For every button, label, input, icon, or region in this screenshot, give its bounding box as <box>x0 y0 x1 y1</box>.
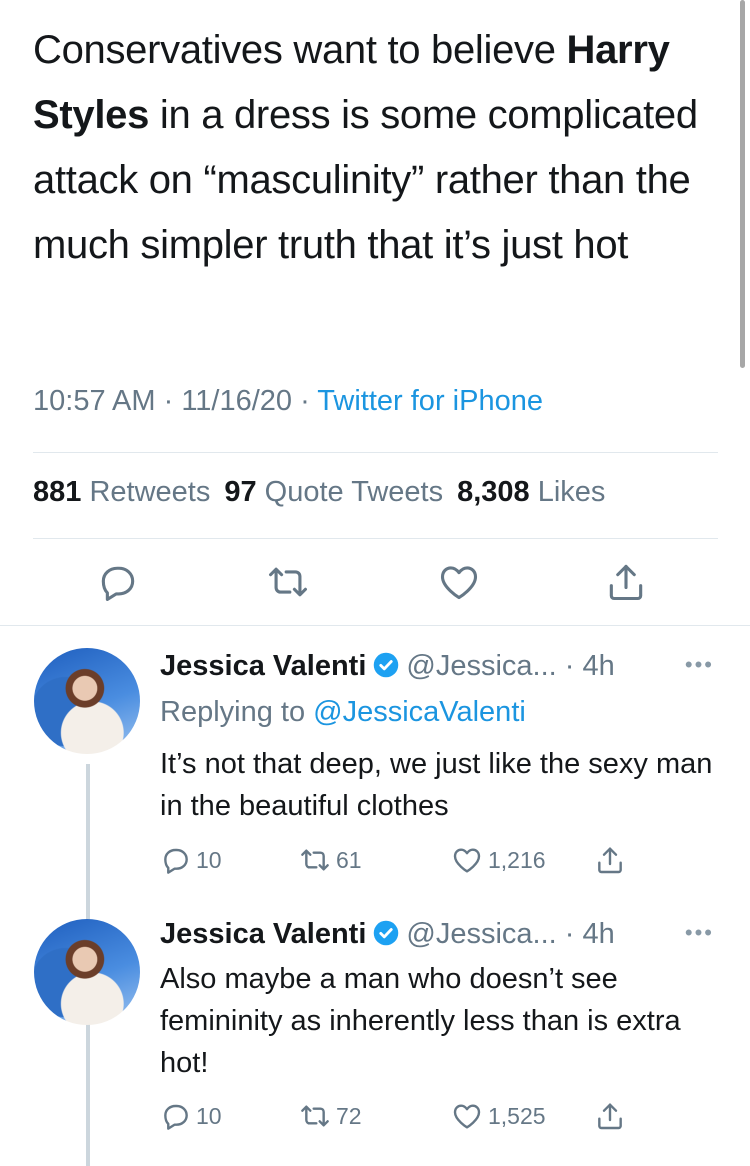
likes-label: Likes <box>537 476 606 508</box>
avatar[interactable] <box>34 919 140 1025</box>
share-icon <box>609 564 643 601</box>
heart-icon <box>453 1104 481 1129</box>
reply-icon <box>164 848 188 874</box>
reply-button[interactable]: 10 <box>160 1100 222 1132</box>
tweet-text-pre: Conservatives want to believe <box>33 28 567 72</box>
reply-action-bar: 10 72 1,525 <box>160 1100 640 1136</box>
tweet-action-bar <box>0 560 750 610</box>
retweet-count: 61 <box>336 846 362 873</box>
divider <box>33 538 718 539</box>
retweet-button[interactable] <box>265 560 313 608</box>
retweets-count: 881 <box>33 476 82 508</box>
retweet-button[interactable]: 61 <box>298 844 362 876</box>
like-count: 1,525 <box>488 1102 546 1129</box>
share-icon <box>598 847 622 874</box>
quotes-count: 97 <box>224 476 257 508</box>
retweets-label: Retweets <box>89 476 211 508</box>
tweet-meta: 10:57 AM · 11/16/20 · Twitter for iPhone <box>33 385 543 418</box>
replying-mention-link[interactable]: @JessicaValenti <box>313 696 526 728</box>
meta-separator: · <box>155 385 182 417</box>
author-handle[interactable]: @Jessica... <box>406 650 556 682</box>
share-button[interactable] <box>604 560 652 608</box>
like-button[interactable] <box>436 560 484 608</box>
more-options-icon[interactable]: ••• <box>685 920 714 946</box>
heart-icon <box>440 566 478 600</box>
retweet-icon <box>269 567 307 597</box>
more-options-icon[interactable]: ••• <box>685 652 714 678</box>
share-icon <box>598 1103 622 1130</box>
like-button[interactable]: 1,525 <box>450 1100 546 1132</box>
avatar[interactable] <box>34 648 140 754</box>
heart-icon <box>453 848 481 873</box>
section-divider <box>0 625 750 626</box>
reply-button[interactable]: 10 <box>160 844 222 876</box>
reply-icon <box>164 1104 188 1130</box>
reply-count: 10 <box>196 1102 222 1129</box>
author-name[interactable]: Jessica Valenti <box>160 650 366 682</box>
replying-prefix: Replying to <box>160 696 314 728</box>
retweet-button[interactable]: 72 <box>298 1100 362 1132</box>
quotes-stat[interactable]: 97 Quote Tweets <box>224 476 443 508</box>
like-count: 1,216 <box>488 846 546 873</box>
reply-time: · 4h <box>564 650 615 682</box>
thread-line <box>86 1036 90 1166</box>
share-button[interactable] <box>594 1100 626 1132</box>
retweet-icon <box>301 1105 329 1127</box>
divider <box>33 452 718 453</box>
reply-action-bar: 10 61 1,216 <box>160 844 640 880</box>
verified-badge-icon <box>374 920 399 946</box>
reply-icon <box>101 566 135 601</box>
meta-separator: · <box>292 385 318 417</box>
tweet-date: 11/16/20 <box>181 385 293 417</box>
tweet-time: 10:57 AM <box>33 385 156 417</box>
retweet-icon <box>301 849 329 871</box>
tweet-source-link[interactable]: Twitter for iPhone <box>317 385 543 417</box>
tweet-text: Conservatives want to believe Harry Styl… <box>33 18 723 278</box>
reply-header: Jessica Valenti @Jessica... · 4h <box>160 650 615 683</box>
like-button[interactable]: 1,216 <box>450 844 546 876</box>
scrollbar[interactable] <box>740 0 745 368</box>
author-name[interactable]: Jessica Valenti <box>160 918 366 950</box>
reply-count: 10 <box>196 846 222 873</box>
verified-badge-icon <box>374 652 399 678</box>
likes-stat[interactable]: 8,308 Likes <box>457 476 605 508</box>
reply-header: Jessica Valenti @Jessica... · 4h <box>160 918 615 951</box>
reply-time: · 4h <box>564 918 615 950</box>
reply-button[interactable] <box>96 560 144 608</box>
share-button[interactable] <box>594 844 626 876</box>
reply-text: Also maybe a man who doesn’t see feminin… <box>160 963 681 1079</box>
likes-count: 8,308 <box>457 476 530 508</box>
quotes-label: Quote Tweets <box>264 476 444 508</box>
author-handle[interactable]: @Jessica... <box>406 918 556 950</box>
replying-to: Replying to @JessicaValenti <box>160 696 526 729</box>
reply-text: It’s not that deep, we just like the sex… <box>160 748 713 822</box>
retweet-count: 72 <box>336 1102 362 1129</box>
tweet-stats: 881 Retweets 97 Quote Tweets 8,308 Likes <box>33 476 605 509</box>
retweets-stat[interactable]: 881 Retweets <box>33 476 210 508</box>
